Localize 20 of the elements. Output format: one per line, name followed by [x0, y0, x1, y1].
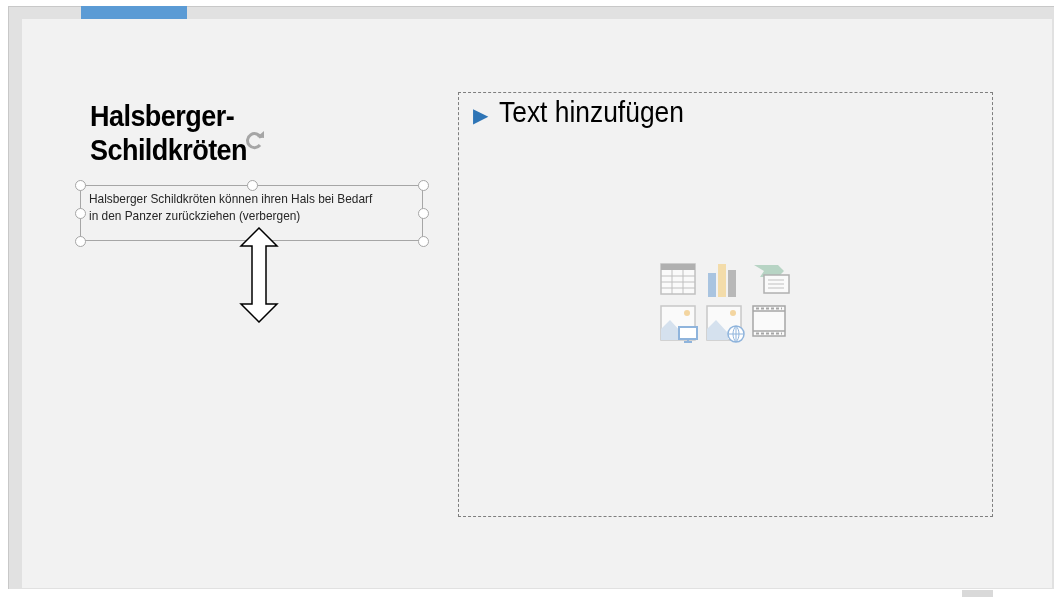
resize-handle[interactable]	[418, 180, 429, 191]
content-placeholder[interactable]: ▶ Text hinzufügen	[458, 92, 993, 517]
online-picture-icon[interactable]	[706, 305, 746, 343]
scroll-thumb[interactable]	[962, 590, 993, 597]
body-text: Halsberger Schildkröten können ihren Hals bei Bedarf in den Panzer zurückziehen (verbergen)	[89, 190, 374, 224]
resize-handle[interactable]	[75, 208, 86, 219]
resize-handle[interactable]	[75, 236, 86, 247]
placeholder-prompt[interactable]: Text hinzufügen	[499, 95, 684, 129]
rotate-handle-icon[interactable]	[244, 129, 266, 151]
picture-icon[interactable]	[660, 305, 698, 343]
resize-handle[interactable]	[418, 236, 429, 247]
resize-handle[interactable]	[246, 180, 258, 191]
video-icon[interactable]	[752, 305, 786, 337]
slide-title: Halsberger- Schildkröten	[90, 99, 248, 167]
table-icon[interactable]	[660, 263, 696, 295]
resize-handle[interactable]	[418, 208, 429, 219]
smartart-icon[interactable]	[752, 263, 790, 295]
bullet-icon: ▶	[473, 103, 488, 127]
resize-handle[interactable]	[75, 180, 86, 191]
resize-cursor-icon	[239, 227, 279, 323]
